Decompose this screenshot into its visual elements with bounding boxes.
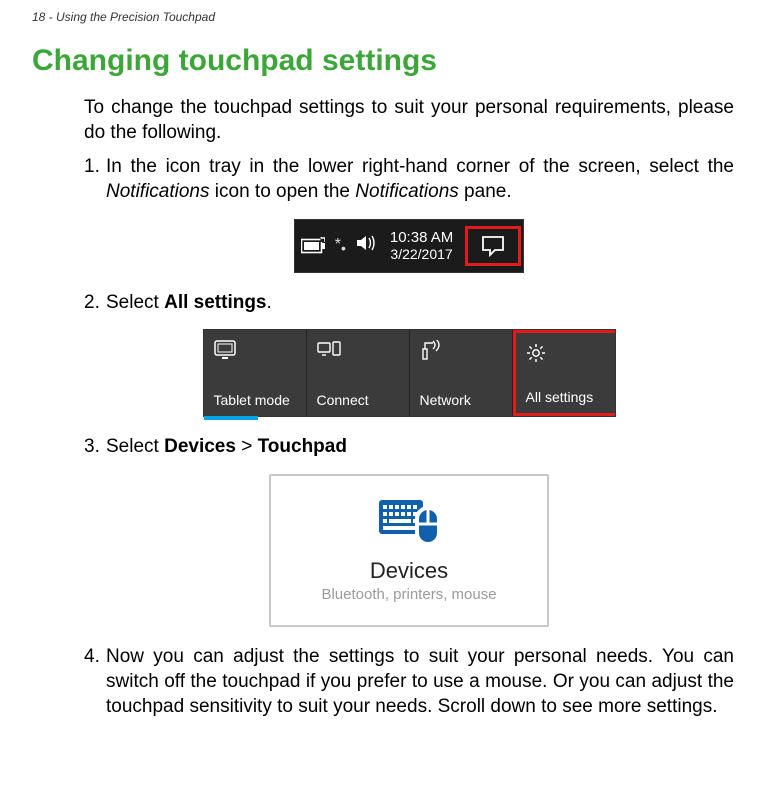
tray-date: 3/22/2017 bbox=[390, 246, 453, 262]
battery-icon bbox=[301, 237, 325, 255]
tile-tablet-mode[interactable]: Tablet mode bbox=[204, 330, 307, 416]
devices-tile-title: Devices bbox=[293, 558, 525, 584]
step-1-notifications-word-2: Notifications bbox=[355, 181, 459, 202]
step-1: In the icon tray in the lower right-hand… bbox=[84, 155, 734, 204]
devices-tile-subtitle: Bluetooth, printers, mouse bbox=[293, 586, 525, 603]
tray-time: 10:38 AM bbox=[390, 229, 453, 246]
intro-text: To change the touchpad settings to suit … bbox=[84, 96, 734, 145]
step-3: Select Devices > Touchpad bbox=[84, 435, 734, 460]
connect-icon bbox=[317, 340, 341, 363]
notifications-icon-highlighted[interactable] bbox=[465, 226, 521, 266]
step-3-text-a: Select bbox=[106, 436, 164, 457]
page-header: 18 - Using the Precision Touchpad bbox=[32, 10, 734, 24]
step-1-notifications-word: Notifications bbox=[106, 181, 210, 202]
gear-icon bbox=[526, 343, 546, 366]
wifi-icon: *• bbox=[335, 236, 346, 256]
step-4: Now you can adjust the settings to suit … bbox=[84, 645, 734, 719]
tile-all-settings-highlighted[interactable]: All settings bbox=[513, 330, 615, 416]
step-1-text-a: In the icon tray in the lower right-hand… bbox=[106, 156, 734, 177]
step-2-text-a: Select bbox=[106, 292, 164, 313]
step-1-text-c: pane. bbox=[459, 181, 512, 202]
step-4-text: Now you can adjust the settings to suit … bbox=[106, 646, 734, 716]
tablet-mode-icon bbox=[214, 340, 236, 363]
accent-underline bbox=[204, 416, 258, 420]
devices-tile[interactable]: Devices Bluetooth, printers, mouse bbox=[269, 474, 549, 627]
tray-clock: 10:38 AM 3/22/2017 bbox=[390, 229, 453, 262]
tile-label: Network bbox=[420, 392, 471, 408]
section-title: Changing touchpad settings bbox=[32, 44, 734, 78]
step-3-sep: > bbox=[236, 436, 258, 457]
devices-icon bbox=[293, 494, 525, 548]
step-1-text-b: icon to open the bbox=[210, 181, 356, 202]
step-2-text-b: . bbox=[267, 292, 272, 313]
tile-label: Tablet mode bbox=[214, 392, 290, 408]
tile-label: All settings bbox=[526, 389, 594, 405]
step-2: Select All settings. bbox=[84, 291, 734, 316]
system-tray-figure: *• 10:38 AM 3/22/2017 bbox=[294, 219, 525, 273]
tile-label: Connect bbox=[317, 392, 369, 408]
speaker-icon bbox=[356, 234, 378, 257]
step-3-bold-1: Devices bbox=[164, 436, 236, 457]
quick-actions-figure: Tablet mode Connect bbox=[203, 329, 616, 417]
tile-connect[interactable]: Connect bbox=[307, 330, 410, 416]
tile-network[interactable]: Network bbox=[410, 330, 513, 416]
step-3-bold-2: Touchpad bbox=[258, 436, 347, 457]
step-2-bold: All settings bbox=[164, 292, 266, 313]
network-icon bbox=[420, 340, 442, 365]
notifications-icon bbox=[481, 235, 505, 257]
